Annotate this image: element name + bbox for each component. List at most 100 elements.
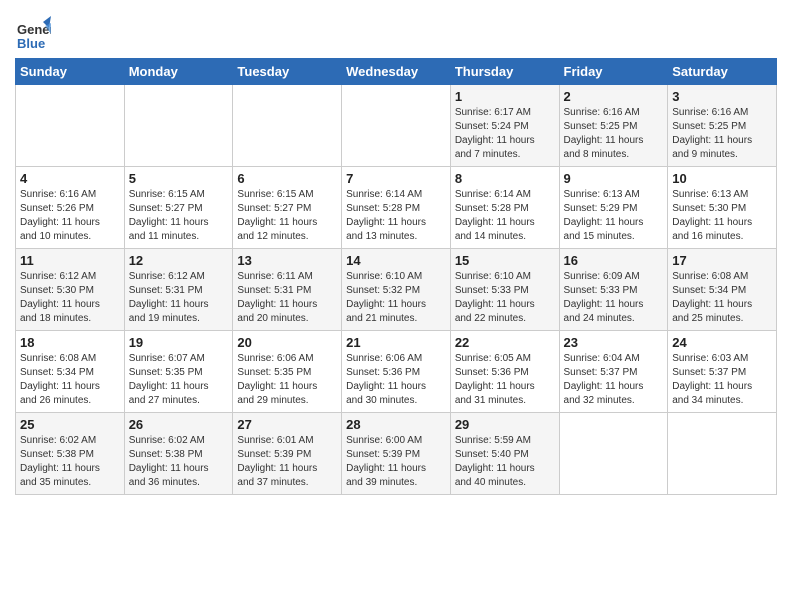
- day-number: 23: [564, 335, 664, 350]
- day-info: Sunrise: 6:02 AM Sunset: 5:38 PM Dayligh…: [129, 434, 229, 490]
- day-number: 9: [564, 171, 664, 186]
- day-info: Sunrise: 6:16 AM Sunset: 5:25 PM Dayligh…: [672, 106, 772, 162]
- calendar-cell: 28Sunrise: 6:00 AM Sunset: 5:39 PM Dayli…: [342, 413, 451, 495]
- header-sunday: Sunday: [16, 59, 125, 85]
- day-number: 28: [346, 417, 446, 432]
- day-info: Sunrise: 6:04 AM Sunset: 5:37 PM Dayligh…: [564, 352, 664, 408]
- day-number: 4: [20, 171, 120, 186]
- week-row-1: 4 Sunrise: 6:16 AM Sunset: 5:26 PM Daylig…: [16, 167, 777, 249]
- day-number: 18: [20, 335, 120, 350]
- calendar-cell: 2 Sunrise: 6:16 AM Sunset: 5:25 PM Daylig…: [559, 85, 668, 167]
- day-number: 3: [672, 89, 772, 104]
- day-number: 20: [237, 335, 337, 350]
- day-number: 24: [672, 335, 772, 350]
- day-info: Sunrise: 6:15 AM Sunset: 5:27 PM Dayligh…: [129, 188, 229, 244]
- week-row-4: 25Sunrise: 6:02 AM Sunset: 5:38 PM Dayli…: [16, 413, 777, 495]
- calendar-cell: 16 Sunrise: 6:09 AM Sunset: 5:33 PM Dayli…: [559, 249, 668, 331]
- header-row: General Blue: [15, 10, 777, 50]
- day-info: Sunrise: 6:12 AM Sunset: 5:30 PM Dayligh…: [20, 270, 120, 326]
- day-number: 2: [564, 89, 664, 104]
- day-number: 14: [346, 253, 446, 268]
- calendar-cell: 23 Sunrise: 6:04 AM Sunset: 5:37 PM Dayli…: [559, 331, 668, 413]
- calendar-cell: 24Sunrise: 6:03 AM Sunset: 5:37 PM Dayli…: [668, 331, 777, 413]
- calendar-cell: 18 Sunrise: 6:08 AM Sunset: 5:34 PM Dayli…: [16, 331, 125, 413]
- header-row-days: SundayMondayTuesdayWednesdayThursdayFrid…: [16, 59, 777, 85]
- calendar-cell: [16, 85, 125, 167]
- day-info: Sunrise: 5:59 AM Sunset: 5:40 PM Dayligh…: [455, 434, 555, 490]
- calendar-cell: 29Sunrise: 5:59 AM Sunset: 5:40 PM Dayli…: [450, 413, 559, 495]
- calendar-cell: 26 Sunrise: 6:02 AM Sunset: 5:38 PM Dayli…: [124, 413, 233, 495]
- day-number: 19: [129, 335, 229, 350]
- calendar-cell: 21 Sunrise: 6:06 AM Sunset: 5:36 PM Dayli…: [342, 331, 451, 413]
- day-info: Sunrise: 6:15 AM Sunset: 5:27 PM Dayligh…: [237, 188, 337, 244]
- day-info: Sunrise: 6:06 AM Sunset: 5:36 PM Dayligh…: [346, 352, 446, 408]
- day-number: 1: [455, 89, 555, 104]
- day-number: 7: [346, 171, 446, 186]
- calendar-cell: 22 Sunrise: 6:05 AM Sunset: 5:36 PM Dayli…: [450, 331, 559, 413]
- calendar-cell: 8 Sunrise: 6:14 AM Sunset: 5:28 PM Daylig…: [450, 167, 559, 249]
- calendar-cell: 7 Sunrise: 6:14 AM Sunset: 5:28 PM Daylig…: [342, 167, 451, 249]
- day-number: 6: [237, 171, 337, 186]
- calendar-cell: 27 Sunrise: 6:01 AM Sunset: 5:39 PM Dayli…: [233, 413, 342, 495]
- day-info: Sunrise: 6:13 AM Sunset: 5:30 PM Dayligh…: [672, 188, 772, 244]
- calendar-cell: [668, 413, 777, 495]
- logo: General Blue: [15, 14, 55, 50]
- calendar-cell: 15 Sunrise: 6:10 AM Sunset: 5:33 PM Dayli…: [450, 249, 559, 331]
- calendar-cell: 19 Sunrise: 6:07 AM Sunset: 5:35 PM Dayli…: [124, 331, 233, 413]
- day-number: 12: [129, 253, 229, 268]
- day-number: 27: [237, 417, 337, 432]
- day-info: Sunrise: 6:17 AM Sunset: 5:24 PM Dayligh…: [455, 106, 555, 162]
- header-monday: Monday: [124, 59, 233, 85]
- day-number: 5: [129, 171, 229, 186]
- calendar-cell: 5 Sunrise: 6:15 AM Sunset: 5:27 PM Daylig…: [124, 167, 233, 249]
- day-number: 15: [455, 253, 555, 268]
- day-info: Sunrise: 6:14 AM Sunset: 5:28 PM Dayligh…: [346, 188, 446, 244]
- day-number: 16: [564, 253, 664, 268]
- calendar-cell: 4 Sunrise: 6:16 AM Sunset: 5:26 PM Daylig…: [16, 167, 125, 249]
- day-number: 13: [237, 253, 337, 268]
- day-number: 17: [672, 253, 772, 268]
- svg-text:Blue: Blue: [17, 36, 45, 50]
- calendar-cell: [124, 85, 233, 167]
- header-thursday: Thursday: [450, 59, 559, 85]
- day-number: 26: [129, 417, 229, 432]
- day-info: Sunrise: 6:07 AM Sunset: 5:35 PM Dayligh…: [129, 352, 229, 408]
- week-row-3: 18 Sunrise: 6:08 AM Sunset: 5:34 PM Dayli…: [16, 331, 777, 413]
- calendar-cell: 1 Sunrise: 6:17 AM Sunset: 5:24 PM Daylig…: [450, 85, 559, 167]
- day-info: Sunrise: 6:16 AM Sunset: 5:26 PM Dayligh…: [20, 188, 120, 244]
- day-info: Sunrise: 6:11 AM Sunset: 5:31 PM Dayligh…: [237, 270, 337, 326]
- day-info: Sunrise: 6:10 AM Sunset: 5:33 PM Dayligh…: [455, 270, 555, 326]
- calendar-cell: [342, 85, 451, 167]
- calendar-cell: [559, 413, 668, 495]
- day-info: Sunrise: 6:12 AM Sunset: 5:31 PM Dayligh…: [129, 270, 229, 326]
- calendar-cell: 6 Sunrise: 6:15 AM Sunset: 5:27 PM Daylig…: [233, 167, 342, 249]
- calendar-cell: 10 Sunrise: 6:13 AM Sunset: 5:30 PM Dayli…: [668, 167, 777, 249]
- header-saturday: Saturday: [668, 59, 777, 85]
- day-info: Sunrise: 6:14 AM Sunset: 5:28 PM Dayligh…: [455, 188, 555, 244]
- day-number: 22: [455, 335, 555, 350]
- day-number: 10: [672, 171, 772, 186]
- day-info: Sunrise: 6:01 AM Sunset: 5:39 PM Dayligh…: [237, 434, 337, 490]
- calendar-cell: 13 Sunrise: 6:11 AM Sunset: 5:31 PM Dayli…: [233, 249, 342, 331]
- day-number: 11: [20, 253, 120, 268]
- calendar-cell: [233, 85, 342, 167]
- day-info: Sunrise: 6:09 AM Sunset: 5:33 PM Dayligh…: [564, 270, 664, 326]
- day-info: Sunrise: 6:10 AM Sunset: 5:32 PM Dayligh…: [346, 270, 446, 326]
- header-friday: Friday: [559, 59, 668, 85]
- calendar-cell: 17 Sunrise: 6:08 AM Sunset: 5:34 PM Dayli…: [668, 249, 777, 331]
- day-info: Sunrise: 6:05 AM Sunset: 5:36 PM Dayligh…: [455, 352, 555, 408]
- calendar-cell: 9 Sunrise: 6:13 AM Sunset: 5:29 PM Daylig…: [559, 167, 668, 249]
- day-number: 8: [455, 171, 555, 186]
- week-row-2: 11 Sunrise: 6:12 AM Sunset: 5:30 PM Dayli…: [16, 249, 777, 331]
- day-number: 21: [346, 335, 446, 350]
- calendar-cell: 3 Sunrise: 6:16 AM Sunset: 5:25 PM Daylig…: [668, 85, 777, 167]
- day-info: Sunrise: 6:16 AM Sunset: 5:25 PM Dayligh…: [564, 106, 664, 162]
- header-wednesday: Wednesday: [342, 59, 451, 85]
- day-info: Sunrise: 6:02 AM Sunset: 5:38 PM Dayligh…: [20, 434, 120, 490]
- calendar-cell: 11 Sunrise: 6:12 AM Sunset: 5:30 PM Dayli…: [16, 249, 125, 331]
- calendar-cell: 25Sunrise: 6:02 AM Sunset: 5:38 PM Dayli…: [16, 413, 125, 495]
- calendar-cell: 14 Sunrise: 6:10 AM Sunset: 5:32 PM Dayli…: [342, 249, 451, 331]
- day-info: Sunrise: 6:08 AM Sunset: 5:34 PM Dayligh…: [672, 270, 772, 326]
- day-info: Sunrise: 6:13 AM Sunset: 5:29 PM Dayligh…: [564, 188, 664, 244]
- day-info: Sunrise: 6:08 AM Sunset: 5:34 PM Dayligh…: [20, 352, 120, 408]
